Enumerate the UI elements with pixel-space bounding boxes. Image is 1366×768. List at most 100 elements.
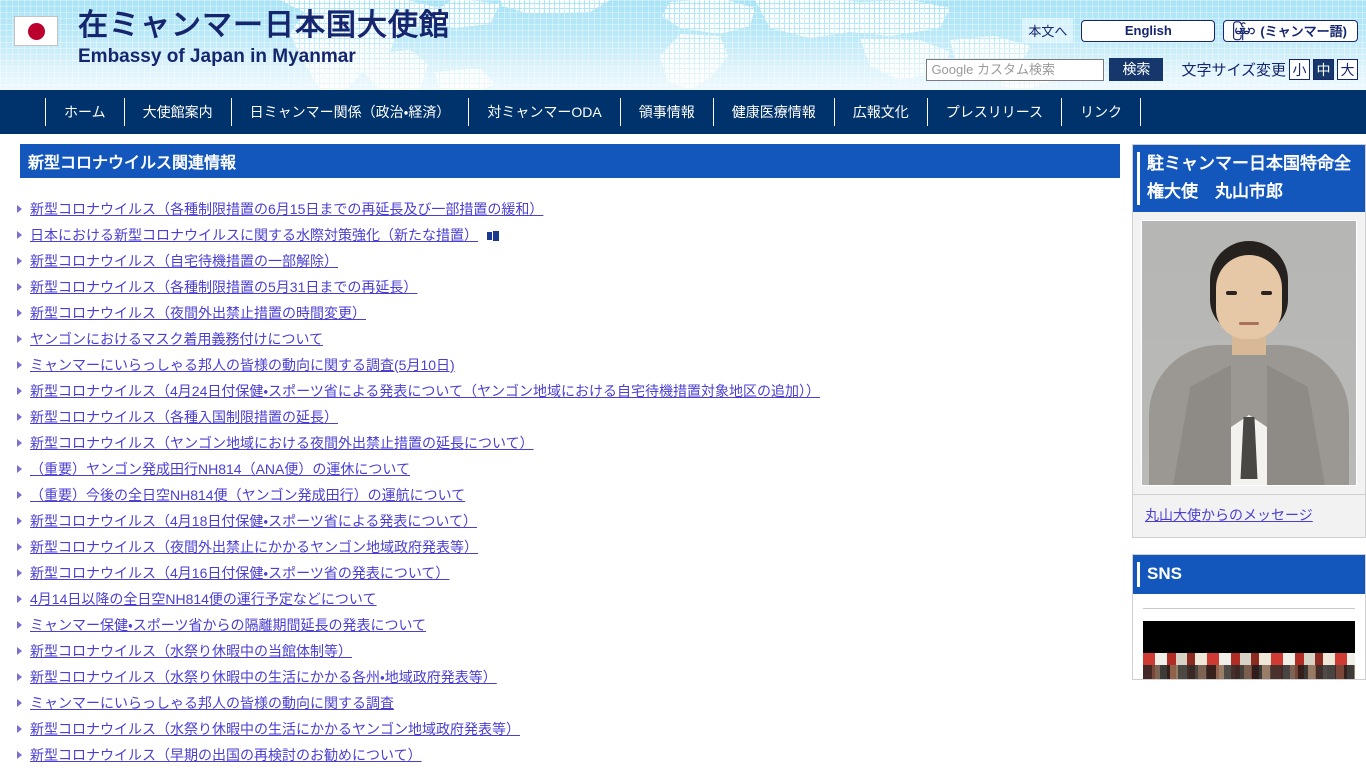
font-size-large-button[interactable]: 大 xyxy=(1337,59,1358,80)
covid-link[interactable]: 新型コロナウイルス（4月24日付保健・スポーツ省による発表について（ヤンゴン地域… xyxy=(30,381,820,401)
site-header: 在ミャンマー日本国大使館 Embassy of Japan in Myanmar… xyxy=(0,0,1366,90)
header-search-tools: 検索 文字サイズ変更 小 中 大 xyxy=(926,58,1358,81)
covid-link[interactable]: 新型コロナウイルス（夜間外出禁止にかかるヤンゴン地域政府発表等） xyxy=(30,537,478,557)
list-item: 新型コロナウイルス（夜間外出禁止措置の時間変更） xyxy=(12,300,1120,326)
portrait-eye-left xyxy=(1226,291,1237,295)
ambassador-portrait-photo xyxy=(1141,220,1357,486)
site-title-group: 在ミャンマー日本国大使館 Embassy of Japan in Myanmar xyxy=(78,11,450,67)
covid-link[interactable]: ミャンマーにいらっしゃる邦人の皆様の動向に関する調査 xyxy=(30,693,394,713)
list-item: ミャンマーにいらっしゃる邦人の皆様の動向に関する調査(5月10日) xyxy=(12,352,1120,378)
list-item: 新型コロナウイルス（水祭り休暇中の生活にかかる各州・地域政府発表等） xyxy=(12,664,1120,690)
covid-link[interactable]: ミャンマーにいらっしゃる邦人の皆様の動向に関する調査(5月10日) xyxy=(30,355,455,375)
bullet-icon xyxy=(17,621,22,629)
ambassador-photo-wrapper xyxy=(1133,212,1365,494)
main-content-column: 新型コロナウイルス関連情報 新型コロナウイルス（各種制限措置の6月15日までの再… xyxy=(0,144,1120,768)
bullet-icon xyxy=(17,543,22,551)
covid-link[interactable]: 新型コロナウイルス（4月18日付保健・スポーツ省による発表について） xyxy=(30,511,477,531)
covid-link[interactable]: 新型コロナウイルス（ヤンゴン地域における夜間外出禁止措置の延長について） xyxy=(30,433,534,453)
bullet-icon xyxy=(17,569,22,577)
search-button[interactable]: 検索 xyxy=(1109,58,1164,81)
covid-link[interactable]: （重要）今後の全日空NH814便（ヤンゴン発成田行）の運航について xyxy=(30,485,465,505)
covid-link[interactable]: （重要）ヤンゴン発成田行NH814（ANA便）の運休について xyxy=(30,459,410,479)
covid-link[interactable]: 4月14日以降の全日空NH814便の運行予定などについて xyxy=(30,589,377,609)
list-item: ミャンマー保健・スポーツ省からの隔離期間延長の発表について xyxy=(12,612,1120,638)
covid-link[interactable]: 新型コロナウイルス（水祭り休暇中の生活にかかるヤンゴン地域政府発表等） xyxy=(30,719,520,739)
bullet-icon xyxy=(17,491,22,499)
japan-flag-icon xyxy=(14,16,58,46)
covid-link[interactable]: 新型コロナウイルス（水祭り休暇中の生活にかかる各州・地域政府発表等） xyxy=(30,667,497,687)
nav-item-oda[interactable]: 対ミャンマーODA xyxy=(468,98,619,126)
list-item: ヤンゴンにおけるマスク着用義務付けについて xyxy=(12,326,1120,352)
language-button-myanmar[interactable]: မြန်မာ (ミャンマー語) xyxy=(1223,19,1358,42)
portrait-face xyxy=(1216,255,1282,339)
covid-info-link-list: 新型コロナウイルス（各種制限措置の6月15日までの再延長及び一部措置の緩和） 日… xyxy=(12,196,1120,768)
list-item: 日本における新型コロナウイルスに関する水際対策強化（新たな措置） xyxy=(12,222,1120,248)
covid-link[interactable]: 新型コロナウイルス（早期の出国の再検討のお勧めについて） xyxy=(30,745,422,765)
sns-thumbnail-image-lower xyxy=(1143,665,1355,679)
nav-item-japan-myanmar-relations[interactable]: 日ミャンマー関係（政治・経済） xyxy=(230,98,469,126)
list-item: 新型コロナウイルス（4月18日付保健・スポーツ省による発表について） xyxy=(12,508,1120,534)
list-item: 新型コロナウイルス（早期の出国の再検討のお勧めについて） xyxy=(12,742,1120,768)
font-size-label: 文字サイズ変更 xyxy=(1181,62,1286,79)
covid-link[interactable]: 新型コロナウイルス（各種入国制限措置の延長） xyxy=(30,407,338,427)
nav-item-culture[interactable]: 広報文化 xyxy=(833,98,927,126)
portrait-eye-right xyxy=(1261,291,1272,295)
bullet-icon xyxy=(17,699,22,707)
portrait-mouth xyxy=(1239,322,1259,325)
ambassador-message-wrapper: 丸山大使からのメッセージ xyxy=(1133,494,1365,537)
language-button-english[interactable]: English xyxy=(1081,19,1216,42)
font-size-medium-button[interactable]: 中 xyxy=(1313,59,1334,80)
myanmar-japanese-label: (ミャンマー語) xyxy=(1260,24,1347,39)
page-body: 新型コロナウイルス関連情報 新型コロナウイルス（各種制限措置の6月15日までの再… xyxy=(0,134,1366,768)
bullet-icon xyxy=(17,725,22,733)
covid-link[interactable]: 新型コロナウイルス（4月16日付保健・スポーツ省の発表について） xyxy=(30,563,449,583)
nav-item-links[interactable]: リンク xyxy=(1061,98,1142,126)
bullet-icon xyxy=(17,673,22,681)
ambassador-message-link[interactable]: 丸山大使からのメッセージ xyxy=(1145,507,1313,523)
list-item: 新型コロナウイルス（4月16日付保健・スポーツ省の発表について） xyxy=(12,560,1120,586)
sidebar-column: 駐ミャンマー日本国特命全権大使 丸山市郎 丸山大使からのメッセージ SNS xyxy=(1132,144,1366,768)
ambassador-title: 駐ミャンマー日本国特命全権大使 丸山市郎 xyxy=(1133,145,1365,212)
list-item: 新型コロナウイルス（4月24日付保健・スポーツ省による発表について（ヤンゴン地域… xyxy=(12,378,1120,404)
bullet-icon xyxy=(17,361,22,369)
bullet-icon xyxy=(17,517,22,525)
list-item: 新型コロナウイルス（水祭り休暇中の当館体制等） xyxy=(12,638,1120,664)
nav-item-health-medical[interactable]: 健康医療情報 xyxy=(712,98,834,126)
covid-link[interactable]: 日本における新型コロナウイルスに関する水際対策強化（新たな措置） xyxy=(30,225,478,245)
bullet-icon xyxy=(17,309,22,317)
sns-title: SNS xyxy=(1133,555,1365,594)
nav-item-embassy-info[interactable]: 大使館案内 xyxy=(123,98,231,126)
covid-link[interactable]: 新型コロナウイルス（夜間外出禁止措置の時間変更） xyxy=(30,303,366,323)
list-item: 新型コロナウイルス（夜間外出禁止にかかるヤンゴン地域政府発表等） xyxy=(12,534,1120,560)
font-size-small-button[interactable]: 小 xyxy=(1289,59,1310,80)
nav-item-press-release[interactable]: プレスリリース xyxy=(926,98,1061,126)
new-window-icon xyxy=(487,229,500,242)
search-input[interactable] xyxy=(926,58,1105,81)
covid-link[interactable]: 新型コロナウイルス（各種制限措置の5月31日までの再延長） xyxy=(30,277,417,297)
bullet-icon xyxy=(17,413,22,421)
bullet-icon xyxy=(17,205,22,213)
sns-feed-thumbnail[interactable] xyxy=(1143,621,1355,679)
header-language-tools: 本文へ English မြန်မာ (ミャンマー語) xyxy=(1022,18,1358,43)
covid-link[interactable]: 新型コロナウイルス（各種制限措置の6月15日までの再延長及び一部措置の緩和） xyxy=(30,199,543,219)
myanmar-burmese-label: မြန်မာ xyxy=(1232,21,1255,37)
bullet-icon xyxy=(17,231,22,239)
main-navigation: ホーム 大使館案内 日ミャンマー関係（政治・経済） 対ミャンマーODA 領事情報… xyxy=(0,90,1366,134)
covid-link[interactable]: ヤンゴンにおけるマスク着用義務付けについて xyxy=(30,329,323,349)
nav-item-consular[interactable]: 領事情報 xyxy=(619,98,713,126)
list-item: 新型コロナウイルス（各種制限措置の5月31日までの再延長） xyxy=(12,274,1120,300)
bullet-icon xyxy=(17,283,22,291)
covid-link[interactable]: 新型コロナウイルス（自宅待機措置の一部解除） xyxy=(30,251,338,271)
flag-red-circle xyxy=(27,22,45,40)
bullet-icon xyxy=(17,257,22,265)
site-title-english: Embassy of Japan in Myanmar xyxy=(78,46,356,67)
skip-to-content-link[interactable]: 本文へ xyxy=(1022,18,1074,43)
covid-link[interactable]: 新型コロナウイルス（水祭り休暇中の当館体制等） xyxy=(30,641,352,661)
ambassador-box: 駐ミャンマー日本国特命全権大使 丸山市郎 丸山大使からのメッセージ xyxy=(1132,144,1366,538)
list-item: （重要）今後の全日空NH814便（ヤンゴン発成田行）の運航について xyxy=(12,482,1120,508)
nav-item-home[interactable]: ホーム xyxy=(45,98,124,126)
sns-box: SNS xyxy=(1132,554,1366,680)
sns-divider xyxy=(1143,608,1355,609)
list-item: 4月14日以降の全日空NH814便の運行予定などについて xyxy=(12,586,1120,612)
covid-link[interactable]: ミャンマー保健・スポーツ省からの隔離期間延長の発表について xyxy=(30,615,426,635)
